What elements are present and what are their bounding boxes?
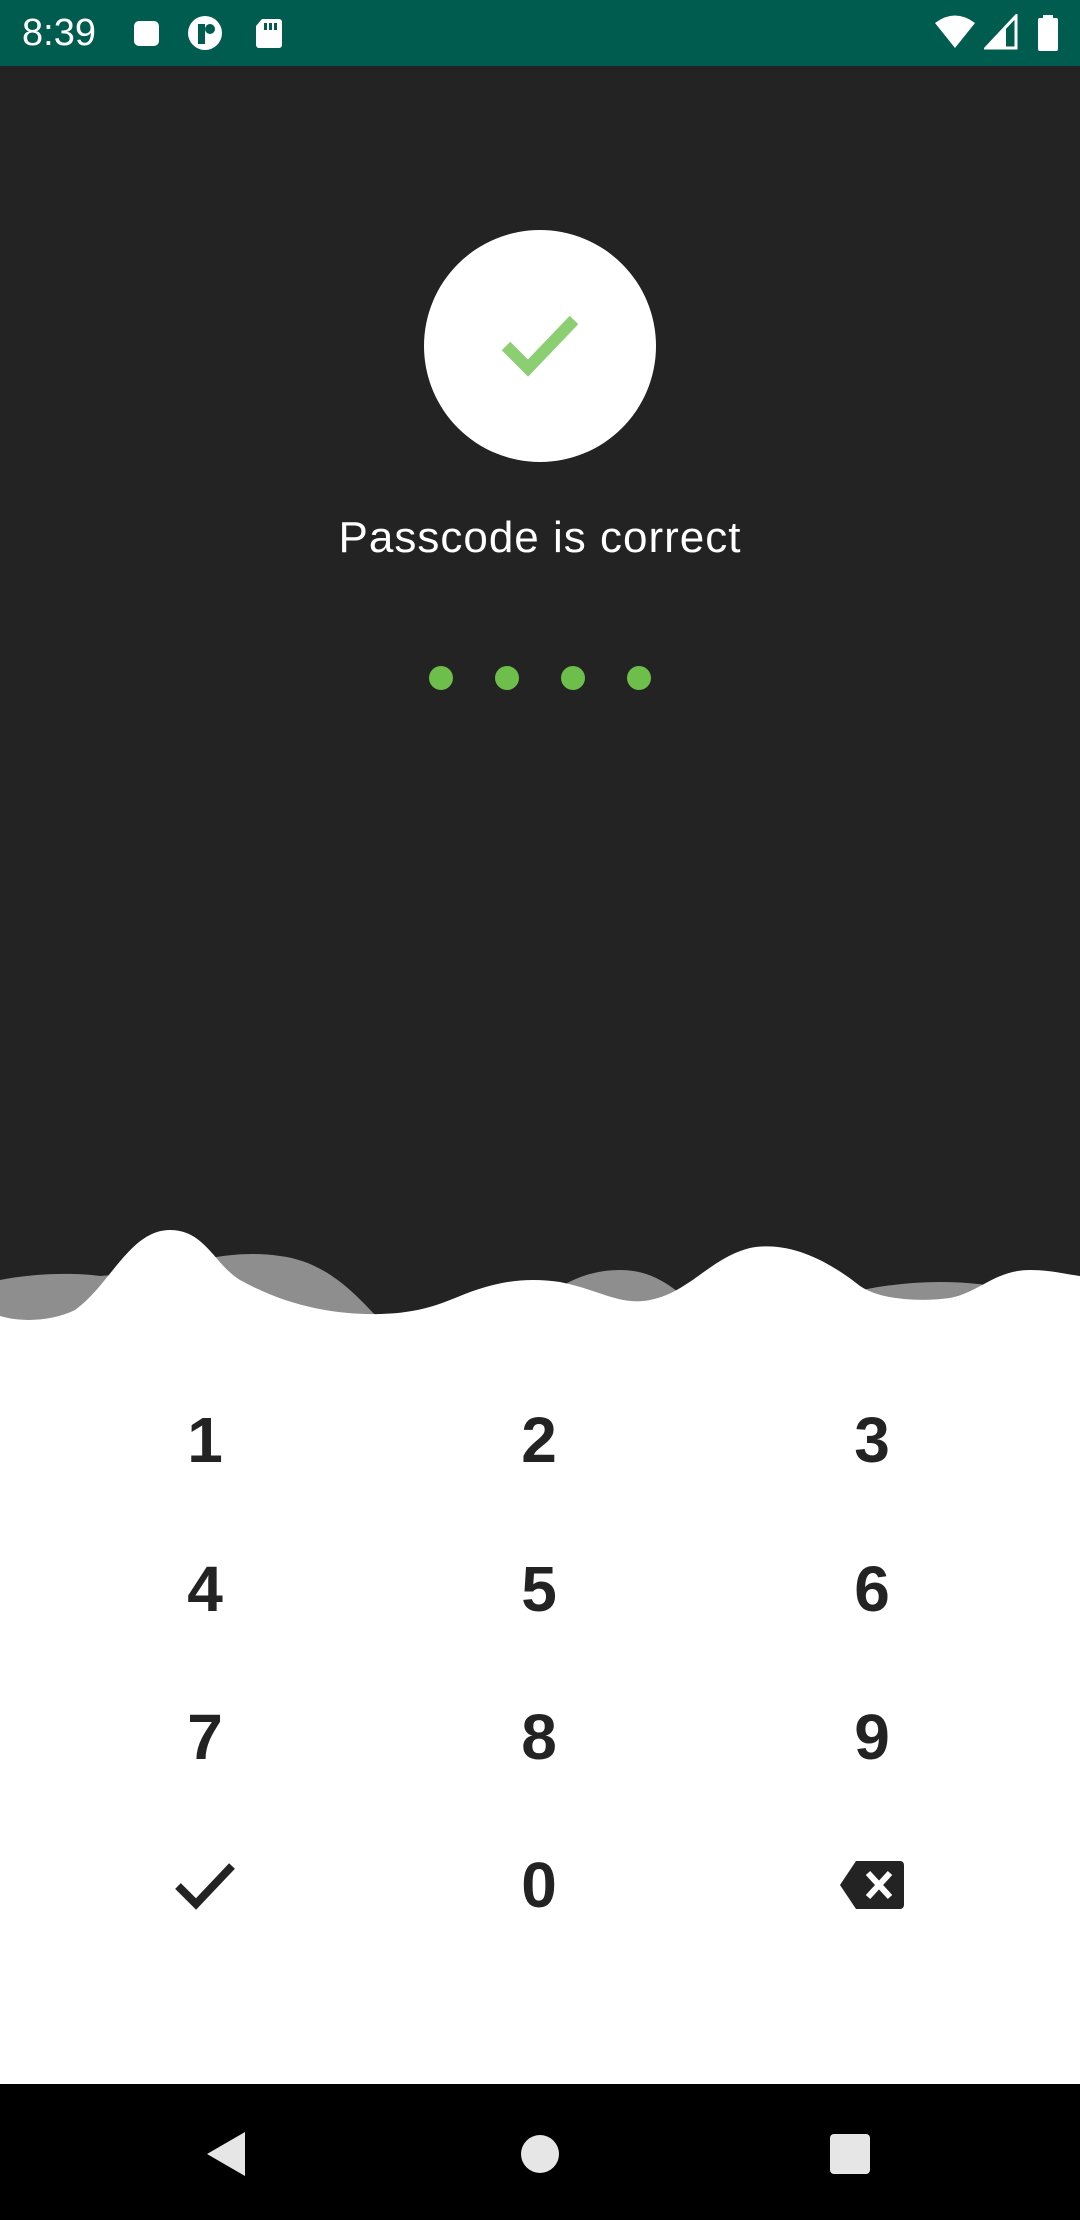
- key-1[interactable]: 1: [55, 1375, 355, 1505]
- key-4[interactable]: 4: [55, 1524, 355, 1654]
- status-time: 8:39: [22, 12, 96, 54]
- wifi-icon: [935, 15, 975, 48]
- confirm-button[interactable]: [55, 1820, 355, 1950]
- recents-button[interactable]: [810, 2114, 890, 2194]
- key-0[interactable]: 0: [389, 1820, 689, 1950]
- status-bar: 8:39: [0, 0, 1080, 66]
- t-app-icon: [188, 16, 222, 50]
- key-5[interactable]: 5: [389, 1524, 689, 1654]
- delete-button[interactable]: [722, 1820, 1022, 1950]
- battery-icon: [1038, 15, 1058, 51]
- passcode-dots: [0, 666, 1080, 690]
- key-7[interactable]: 7: [55, 1672, 355, 1802]
- success-badge: [424, 230, 656, 462]
- backspace-icon: [840, 1861, 904, 1909]
- stop-square-icon: [134, 21, 159, 46]
- key-9[interactable]: 9: [722, 1672, 1022, 1802]
- key-8[interactable]: 8: [389, 1672, 689, 1802]
- passcode-dot: [627, 666, 651, 690]
- passcode-dot: [561, 666, 585, 690]
- home-icon: [521, 2135, 559, 2173]
- key-3[interactable]: 3: [722, 1375, 1022, 1505]
- check-icon: [175, 1863, 235, 1910]
- home-button[interactable]: [500, 2114, 580, 2194]
- sd-card-icon: [256, 19, 282, 48]
- recents-icon: [830, 2134, 870, 2174]
- key-2[interactable]: 2: [389, 1375, 689, 1505]
- wave-divider: [0, 1230, 1080, 1340]
- back-button[interactable]: [186, 2114, 266, 2194]
- key-6[interactable]: 6: [722, 1524, 1022, 1654]
- cell-signal-icon: [984, 14, 1018, 50]
- passcode-dot: [429, 666, 453, 690]
- keypad: 1 2 3 4 5 6 7 8 9 0: [0, 1320, 1080, 2084]
- passcode-dot: [495, 666, 519, 690]
- navigation-bar: [0, 2084, 1080, 2220]
- passcode-status-message: Passcode is correct: [338, 513, 742, 562]
- back-icon: [207, 2132, 245, 2176]
- check-icon: [502, 315, 578, 377]
- passcode-screen: 8:39 Passcode is correct 1 2 3 4 5 6 7 8…: [0, 0, 1080, 2220]
